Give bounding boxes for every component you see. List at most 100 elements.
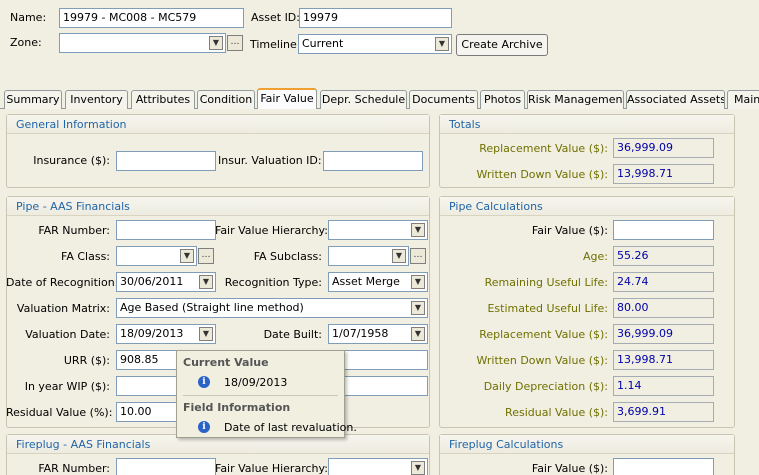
fa-class-label: FA Class: xyxy=(61,250,110,263)
calc-residual-label: Residual Value ($): xyxy=(505,406,608,419)
calc-written-down-value: 13,998.71 xyxy=(613,350,714,370)
fireplug-fv-hierarchy-label: Fair Value Hierarchy: xyxy=(215,462,328,475)
valuation-matrix-select[interactable]: Age Based (Straight line method) ▼ xyxy=(116,298,428,318)
urr-label: URR ($): xyxy=(63,354,110,367)
zone-select[interactable]: ▼ xyxy=(59,33,226,53)
valuation-matrix-value: Age Based (Straight line method) xyxy=(120,301,304,314)
chevron-down-icon[interactable]: ▼ xyxy=(411,461,425,475)
calc-age-value: 55.26 xyxy=(613,246,714,266)
info-icon: i xyxy=(198,421,210,433)
calc-eul-value: 80.00 xyxy=(613,298,714,318)
panel-title: General Information xyxy=(7,115,429,134)
calc-replacement-value: 36,999.09 xyxy=(613,324,714,344)
tooltip-field-info-heading: Field Information xyxy=(183,401,291,414)
timeline-value: Current xyxy=(302,37,344,50)
recognition-type-value: Asset Merge xyxy=(332,275,400,288)
valuation-matrix-label: Valuation Matrix: xyxy=(16,302,110,315)
tab-maint[interactable]: Maint xyxy=(727,90,759,109)
tooltip-current-value-heading: Current Value xyxy=(183,356,269,369)
calc-fair-value-field[interactable] xyxy=(613,220,714,240)
date-recognition-value: 30/06/2011 xyxy=(120,275,184,288)
tab-documents[interactable]: Documents xyxy=(409,90,478,109)
tooltip-field-info: Date of last revaluation. xyxy=(224,421,357,434)
chevron-down-icon[interactable]: ▼ xyxy=(199,275,213,289)
name-field[interactable]: 19979 - MC008 - MC579 xyxy=(59,8,244,28)
tab-condition[interactable]: Condition xyxy=(197,90,255,109)
tab-inventory[interactable]: Inventory xyxy=(65,90,128,109)
tab-fair-value[interactable]: Fair Value xyxy=(257,88,317,109)
fireplug-fair-value-field[interactable] xyxy=(613,458,714,475)
valuation-date-picker[interactable]: 18/09/2013 ▼ xyxy=(116,324,216,344)
tab-risk-management[interactable]: Risk Management xyxy=(527,90,624,109)
fireplug-fair-value-label: Fair Value ($): xyxy=(531,462,608,475)
insurance-label: Insurance ($): xyxy=(33,154,110,167)
totals-written-down-value: 13,998.71 xyxy=(613,164,714,184)
calc-eul-label: Estimated Useful Life: xyxy=(487,302,608,315)
fa-class-select[interactable]: ▼ xyxy=(116,246,197,266)
name-label: Name: xyxy=(10,11,47,24)
asset-id-field[interactable]: 19979 xyxy=(299,8,452,28)
valuation-date-label: Valuation Date: xyxy=(25,328,110,341)
residual-percent-label: Residual Value (%): xyxy=(6,406,113,419)
chevron-down-icon[interactable]: ▼ xyxy=(411,301,425,315)
chevron-down-icon[interactable]: ▼ xyxy=(411,275,425,289)
date-recognition-label: Date of Recognition: xyxy=(6,276,119,289)
calc-written-down-label: Written Down Value ($): xyxy=(476,354,608,367)
fv-hierarchy-label: Fair Value Hierarchy: xyxy=(215,224,328,237)
calc-age-label: Age: xyxy=(583,250,608,263)
date-built-value: 1/07/1958 xyxy=(332,327,389,340)
date-built-label: Date Built: xyxy=(263,328,322,341)
info-icon: i xyxy=(198,376,210,388)
far-number-field[interactable] xyxy=(116,220,216,240)
chevron-down-icon[interactable]: ▼ xyxy=(209,36,223,50)
insurance-field[interactable] xyxy=(116,151,216,171)
fa-class-browse-button[interactable]: … xyxy=(198,248,214,264)
fireplug-far-number-label: FAR Number: xyxy=(38,462,110,475)
fireplug-far-number-field[interactable] xyxy=(116,458,216,475)
tab-photos[interactable]: Photos xyxy=(480,90,525,109)
panel-title: Totals xyxy=(440,115,734,134)
panel-title: Fireplug Calculations xyxy=(440,435,734,454)
calc-fair-value-label: Fair Value ($): xyxy=(531,224,608,237)
calc-rul-label: Remaining Useful Life: xyxy=(484,276,608,289)
insur-valuation-id-field[interactable] xyxy=(323,151,423,171)
fa-subclass-browse-button[interactable]: … xyxy=(410,248,426,264)
calc-rul-value: 24.74 xyxy=(613,272,714,292)
timeline-label: Timeline: xyxy=(250,38,301,51)
tooltip-current-value: 18/09/2013 xyxy=(224,376,288,389)
totals-replacement-value: 36,999.09 xyxy=(613,138,714,158)
zone-label: Zone: xyxy=(10,36,42,49)
tab-attributes[interactable]: Attributes xyxy=(131,90,195,109)
chevron-down-icon[interactable]: ▼ xyxy=(180,249,194,263)
create-archive-button[interactable]: Create Archive xyxy=(456,34,548,56)
calc-residual-value: 3,699.91 xyxy=(613,402,714,422)
recognition-type-select[interactable]: Asset Merge ▼ xyxy=(328,272,428,292)
timeline-select[interactable]: Current ▼ xyxy=(298,34,452,54)
chevron-down-icon[interactable]: ▼ xyxy=(411,327,425,341)
totals-replacement-label: Replacement Value ($): xyxy=(479,142,608,155)
tab-summary[interactable]: Summary xyxy=(4,90,62,109)
chevron-down-icon[interactable]: ▼ xyxy=(411,223,425,237)
recognition-type-label: Recognition Type: xyxy=(224,276,322,289)
date-built-picker[interactable]: 1/07/1958 ▼ xyxy=(328,324,428,344)
tab-strip: Summary Inventory Attributes Condition F… xyxy=(4,88,759,109)
totals-written-down-label: Written Down Value ($): xyxy=(476,168,608,181)
chevron-down-icon[interactable]: ▼ xyxy=(392,249,406,263)
fv-hierarchy-select[interactable]: ▼ xyxy=(328,220,428,240)
panel-title: Pipe Calculations xyxy=(440,197,734,216)
field-tooltip: Current Value i 18/09/2013 Field Informa… xyxy=(176,350,357,438)
tab-depr-schedule[interactable]: Depr. Schedule xyxy=(320,90,407,109)
tooltip-divider xyxy=(183,395,338,396)
fireplug-fv-hierarchy-select[interactable]: ▼ xyxy=(328,458,428,475)
calc-daily-dep-value: 1.14 xyxy=(613,376,714,396)
chevron-down-icon[interactable]: ▼ xyxy=(199,327,213,341)
fa-subclass-select[interactable]: ▼ xyxy=(328,246,409,266)
chevron-down-icon[interactable]: ▼ xyxy=(435,37,449,51)
far-number-label: FAR Number: xyxy=(38,224,110,237)
insur-valuation-id-label: Insur. Valuation ID: xyxy=(218,154,322,167)
calc-daily-dep-label: Daily Depreciation ($): xyxy=(483,380,608,393)
zone-browse-button[interactable]: … xyxy=(227,35,243,51)
tab-associated-assets[interactable]: Associated Assets xyxy=(626,90,725,109)
calc-replacement-label: Replacement Value ($): xyxy=(479,328,608,341)
date-recognition-picker[interactable]: 30/06/2011 ▼ xyxy=(116,272,216,292)
